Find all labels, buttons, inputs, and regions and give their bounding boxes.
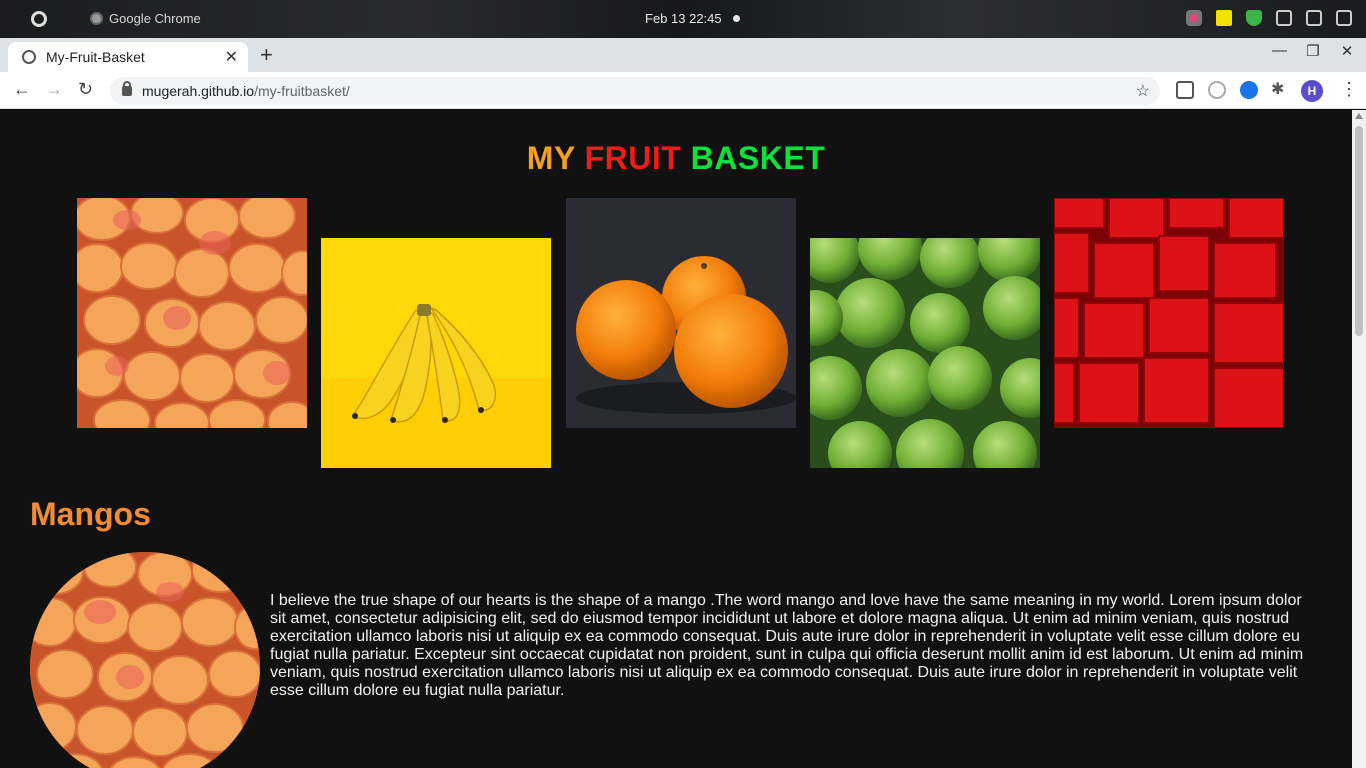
shield-icon[interactable] bbox=[1246, 10, 1262, 26]
minimize-icon[interactable]: — bbox=[1272, 42, 1287, 60]
forward-arrow-icon[interactable]: → bbox=[45, 79, 63, 100]
menu-dots-icon[interactable]: ⋮ bbox=[1340, 79, 1358, 100]
url-path: /my-fruitbasket/ bbox=[254, 83, 350, 99]
title-basket: BASKET bbox=[690, 140, 826, 176]
orange-image bbox=[566, 198, 796, 428]
banana-image bbox=[321, 238, 551, 468]
reload-icon[interactable]: ↻ bbox=[78, 79, 93, 100]
tab-close-button[interactable]: ✕ bbox=[225, 47, 238, 67]
page-scrollbar[interactable] bbox=[1352, 110, 1366, 768]
scroll-up-icon[interactable] bbox=[1355, 113, 1363, 119]
watermelon-image bbox=[1054, 198, 1284, 428]
new-tab-button[interactable]: + bbox=[260, 42, 273, 68]
app-indicator-icon[interactable] bbox=[1186, 10, 1202, 26]
mango-image bbox=[77, 198, 307, 428]
volume-icon[interactable] bbox=[1306, 10, 1322, 26]
url-domain: mugerah.github.io bbox=[142, 83, 255, 99]
chrome-icon bbox=[90, 12, 103, 25]
notes-icon[interactable] bbox=[1216, 10, 1232, 26]
extension-c-icon[interactable] bbox=[1176, 81, 1194, 99]
lock-icon[interactable] bbox=[122, 81, 132, 96]
back-arrow-icon[interactable]: ← bbox=[13, 79, 31, 100]
section-heading: Mangos bbox=[30, 496, 151, 532]
extension-circle-icon[interactable] bbox=[1208, 81, 1226, 99]
address-bar[interactable]: mugerah.github.io/my-fruitbasket/ ☆ bbox=[110, 77, 1160, 105]
browser-tab[interactable]: My-Fruit-Basket ✕ bbox=[8, 42, 248, 72]
tab-strip: My-Fruit-Basket ✕ + — ❐ ✕ bbox=[0, 38, 1366, 72]
scrollbar-thumb[interactable] bbox=[1355, 126, 1363, 336]
system-tray bbox=[1186, 10, 1352, 26]
clock[interactable]: Feb 13 22:45 bbox=[645, 11, 722, 26]
app-menu[interactable]: Google Chrome bbox=[90, 11, 201, 26]
profile-avatar[interactable]: H bbox=[1301, 80, 1323, 102]
extension-blue-icon[interactable] bbox=[1240, 81, 1258, 99]
puzzle-icon[interactable]: ✱ bbox=[1271, 79, 1284, 98]
mango-round-image bbox=[30, 552, 260, 768]
network-icon[interactable] bbox=[1276, 10, 1292, 26]
globe-icon bbox=[22, 50, 36, 64]
battery-icon[interactable] bbox=[1336, 10, 1352, 26]
bookmark-star-icon[interactable]: ☆ bbox=[1136, 81, 1150, 101]
close-window-icon[interactable]: ✕ bbox=[1340, 42, 1354, 60]
web-page: MY FRUIT BASKET Mangos I believe the tru… bbox=[0, 110, 1352, 768]
section-body-text: I believe the true shape of our hearts i… bbox=[270, 592, 1304, 699]
browser-toolbar: ← → ↻ mugerah.github.io/my-fruitbasket/ … bbox=[0, 72, 1366, 109]
title-fruit: FRUIT bbox=[584, 140, 682, 176]
apple-image bbox=[810, 238, 1040, 468]
app-name: Google Chrome bbox=[109, 11, 201, 26]
os-top-bar: Google Chrome Feb 13 22:45 bbox=[0, 0, 1366, 38]
tab-title: My-Fruit-Basket bbox=[46, 49, 145, 65]
restore-icon[interactable]: ❐ bbox=[1306, 42, 1320, 60]
title-my: MY bbox=[526, 140, 576, 176]
notification-dot-icon bbox=[733, 15, 740, 22]
window-controls: — ❐ ✕ bbox=[1272, 42, 1366, 60]
page-title: MY FRUIT BASKET bbox=[0, 140, 1352, 177]
activities-icon[interactable] bbox=[31, 11, 47, 27]
